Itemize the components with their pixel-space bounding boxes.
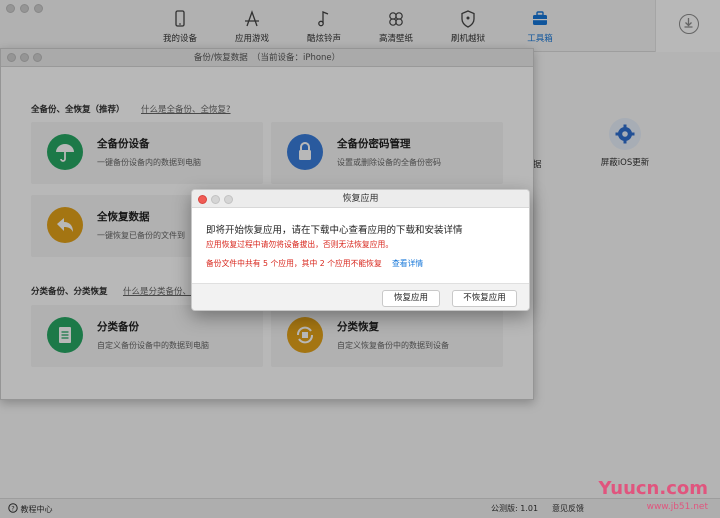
app-window: 我的设备 应用游戏 酷炫铃声 高清壁纸 刷机越狱 工具箱 屏蔽iOS更新 据 备… xyxy=(0,0,720,518)
dialog-warning: 应用恢复过程中请勿将设备拔出，否则无法恢复应用。 xyxy=(206,240,394,249)
dialog-close-button[interactable] xyxy=(198,195,207,204)
dialog-app-count: 备份文件中共有 5 个应用，其中 2 个应用不能恢复 xyxy=(206,259,382,268)
dialog-minimize-button xyxy=(211,195,220,204)
dialog-titlebar: 恢复应用 xyxy=(192,190,529,208)
watermark-site: www.jb51.net xyxy=(646,502,708,512)
restore-apps-dialog: 恢复应用 即将开始恢复应用，请在下载中心查看应用的下载和安装详情 应用恢复过程中… xyxy=(191,189,530,311)
skip-restore-button[interactable]: 不恢复应用 xyxy=(452,290,517,307)
dialog-message: 即将开始恢复应用，请在下载中心查看应用的下载和安装详情 xyxy=(206,225,463,236)
dialog-title: 恢复应用 xyxy=(342,194,379,204)
dialog-zoom-button xyxy=(224,195,233,204)
restore-apps-button[interactable]: 恢复应用 xyxy=(382,290,440,307)
watermark: Yuucn.com www.jb51.net xyxy=(592,478,720,518)
view-details-link[interactable]: 查看详情 xyxy=(392,258,423,269)
dialog-footer: 恢复应用 不恢复应用 xyxy=(192,283,529,310)
watermark-brand: Yuucn.com xyxy=(598,478,708,499)
